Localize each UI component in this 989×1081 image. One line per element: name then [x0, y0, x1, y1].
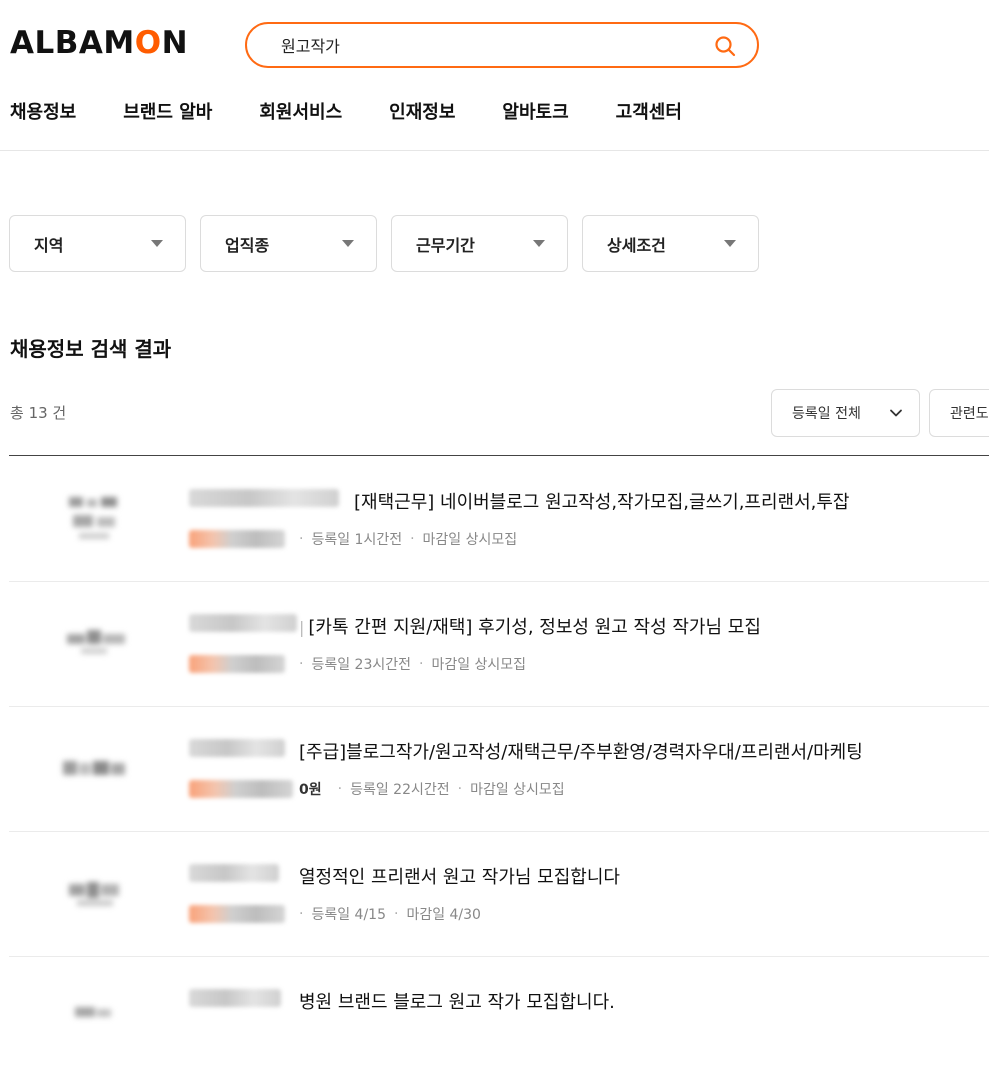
meta-separator: · [393, 906, 399, 922]
job-meta: 0원 · 등록일 22시간전 · 마감일 상시모집 [189, 779, 565, 799]
company-logo-blurred [63, 761, 125, 775]
nav-item-talent[interactable]: 인재정보 [389, 98, 455, 124]
sort-dropdown[interactable]: 등록일 전체 [771, 389, 920, 437]
search-icon[interactable] [713, 34, 737, 58]
list-divider [9, 455, 989, 456]
nav-item-albatalk[interactable]: 알바토크 [502, 98, 568, 124]
company-logo-blurred [69, 882, 119, 906]
registered-date: 등록일 23시간전 [311, 657, 411, 673]
company-name-blurred [189, 739, 285, 757]
filter-detail-dropdown[interactable]: 상세조건 [582, 215, 759, 272]
company-logo-blurred [67, 630, 125, 654]
job-list-item[interactable]: 병원 브랜드 블로그 원고 작가 모집합니다. [9, 957, 989, 1081]
main-nav: 채용정보 브랜드 알바 회원서비스 인재정보 알바토크 고객센터 [10, 98, 729, 124]
deadline: 마감일 4/30 [406, 907, 481, 923]
meta-separator: · [410, 531, 415, 547]
caret-down-icon [151, 240, 163, 247]
job-meta: · 등록일 23시간전 · 마감일 상시모집 [189, 654, 526, 674]
title-separator: | [299, 618, 305, 637]
pay-suffix: 0원 [299, 782, 322, 798]
registered-date: 등록일 4/15 [311, 907, 386, 923]
job-title[interactable]: 열정적인 프리랜서 원고 작가님 모집합니다 [299, 863, 620, 889]
job-meta: · 등록일 4/15 · 마감일 4/30 [189, 904, 481, 924]
search-box [245, 22, 759, 68]
meta-separator: · [299, 906, 304, 922]
job-title[interactable]: 병원 브랜드 블로그 원고 작가 모집합니다. [299, 988, 615, 1014]
meta-separator: · [337, 781, 343, 797]
job-list-item[interactable]: 열정적인 프리랜서 원고 작가님 모집합니다 · 등록일 4/15 · 마감일 … [9, 832, 989, 957]
results-title: 채용정보 검색 결과 [10, 337, 172, 361]
meta-separator: · [419, 656, 424, 672]
caret-down-icon [342, 240, 354, 247]
company-logo-blurred [75, 1007, 111, 1017]
logo-text-suffix: N [161, 25, 189, 61]
company-logo-blurred [69, 497, 117, 539]
meta-separator: · [299, 531, 304, 547]
meta-separator: · [299, 656, 304, 672]
registered-date: 등록일 1시간전 [311, 532, 403, 548]
meta-separator: · [457, 781, 463, 797]
nav-item-jobs[interactable]: 채용정보 [10, 98, 76, 124]
filter-work-period-dropdown[interactable]: 근무기간 [391, 215, 568, 272]
caret-down-icon [724, 240, 736, 247]
relevance-dropdown[interactable]: 관련도 [929, 389, 989, 437]
chevron-down-icon [890, 409, 902, 417]
filter-label: 상세조건 [607, 235, 666, 255]
filter-bar: 지역 업직종 근무기간 상세조건 [9, 215, 759, 272]
site-header: ALBAMON 채용정보 브랜드 알바 회원서비스 인재정보 알바토크 고객센터 [0, 0, 989, 151]
job-list-item[interactable]: | [카톡 간편 지원/재택] 후기성, 정보성 원고 작성 작가님 모집 · 등… [9, 582, 989, 707]
sort-dropdown-label: 등록일 전체 [792, 406, 861, 422]
logo-text-prefix: ALBAM [10, 25, 135, 61]
pay-blurred [189, 655, 285, 673]
company-name-blurred [189, 614, 297, 632]
job-meta: · 등록일 1시간전 · 마감일 상시모집 [189, 529, 517, 549]
job-title[interactable]: [재택근무] 네이버블로그 원고작성,작가모집,글쓰기,프리랜서,투잡 [354, 488, 850, 514]
filter-job-type-dropdown[interactable]: 업직종 [200, 215, 377, 272]
nav-item-brand-alba[interactable]: 브랜드 알바 [123, 98, 212, 124]
albamon-logo[interactable]: ALBAM O N [10, 28, 188, 59]
deadline: 마감일 상시모집 [431, 657, 527, 673]
job-title-text: [카톡 간편 지원/재택] 후기성, 정보성 원고 작성 작가님 모집 [308, 617, 761, 638]
pay-blurred [189, 530, 285, 548]
filter-label: 지역 [34, 235, 64, 255]
job-list-item[interactable]: [재택근무] 네이버블로그 원고작성,작가모집,글쓰기,프리랜서,투잡 · 등록… [9, 457, 989, 582]
pay-blurred [189, 780, 293, 798]
filter-region-dropdown[interactable]: 지역 [9, 215, 186, 272]
filter-label: 근무기간 [416, 235, 475, 255]
pay-blurred [189, 905, 285, 923]
nav-item-member-service[interactable]: 회원서비스 [259, 98, 342, 124]
company-name-blurred [189, 989, 281, 1007]
caret-down-icon [533, 240, 545, 247]
relevance-dropdown-label: 관련도 [950, 406, 989, 422]
registered-date: 등록일 22시간전 [350, 782, 450, 798]
filter-label: 업직종 [225, 235, 270, 255]
deadline: 마감일 상시모집 [422, 532, 518, 548]
job-title[interactable]: | [카톡 간편 지원/재택] 후기성, 정보성 원고 작성 작가님 모집 [299, 613, 761, 639]
company-name-blurred [189, 489, 339, 507]
deadline: 마감일 상시모집 [470, 782, 565, 798]
job-list-item[interactable]: [주급]블로그작가/원고작성/재택근무/주부환영/경력자우대/프리랜서/마케팅 … [9, 707, 989, 832]
logo-text-o: O [134, 25, 162, 61]
search-input[interactable] [281, 30, 681, 60]
company-name-blurred [189, 864, 279, 882]
result-count: 총 13 건 [10, 404, 67, 422]
nav-item-customer-center[interactable]: 고객센터 [616, 98, 682, 124]
job-title[interactable]: [주급]블로그작가/원고작성/재택근무/주부환영/경력자우대/프리랜서/마케팅 [299, 738, 863, 764]
